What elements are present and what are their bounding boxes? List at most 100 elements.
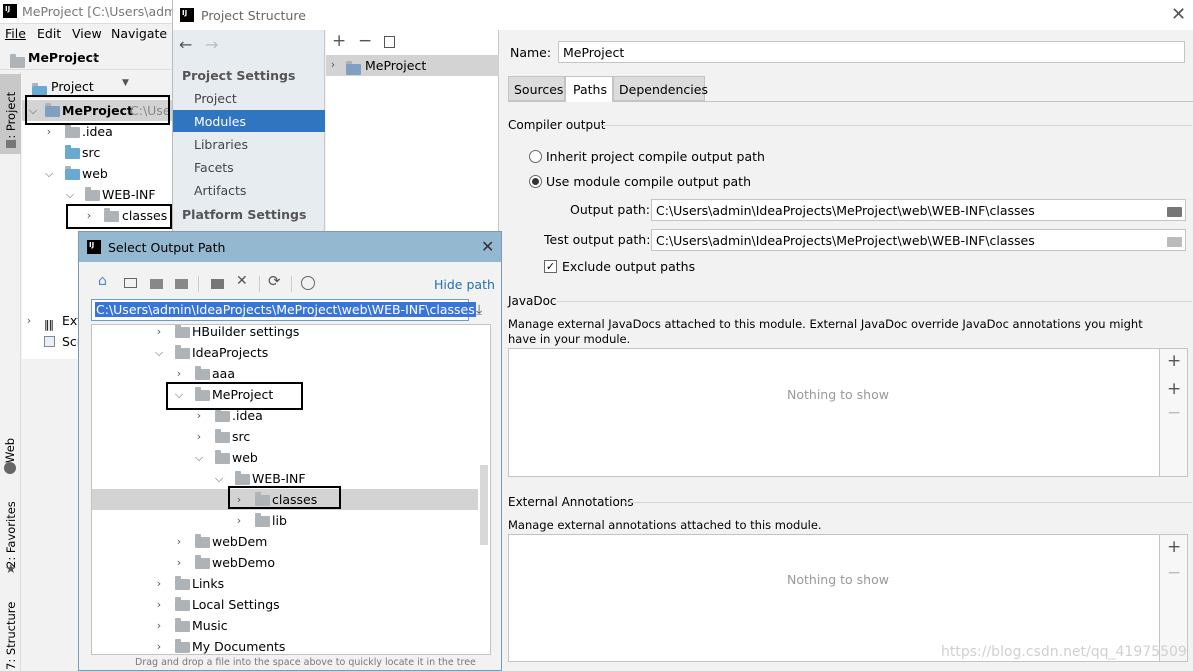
module-icon[interactable] xyxy=(175,279,188,289)
nav-item-artifacts[interactable]: Artifacts xyxy=(194,183,246,198)
tree-row[interactable]: › webDem xyxy=(92,531,478,552)
module-name-input[interactable] xyxy=(558,41,1185,63)
ps-title-bar: IJ Project Structure ✕ xyxy=(173,0,1193,30)
ext-annotations-toolbar: + − xyxy=(1160,534,1188,662)
tree-row[interactable]: › My Documents xyxy=(92,636,478,654)
module-list-toolbar: + − xyxy=(326,30,499,54)
folder-icon xyxy=(215,408,230,422)
tree-row[interactable]: › .idea xyxy=(92,405,478,426)
chevron-down-icon: ⌵ xyxy=(214,472,224,485)
tree-row[interactable]: ⌵ WEB-INF xyxy=(92,468,478,489)
tab-paths[interactable]: Paths xyxy=(565,76,613,102)
tree-row[interactable]: › aaa xyxy=(92,363,478,384)
menu-navigate[interactable]: Navigate xyxy=(111,26,167,41)
tree-item-src: src xyxy=(82,145,101,160)
tree-item-classes: classes xyxy=(122,208,168,223)
tree-root-path: C:\Use xyxy=(130,103,171,118)
close-icon[interactable]: ✕ xyxy=(481,237,494,256)
hide-path-link[interactable]: Hide path xyxy=(434,277,495,292)
test-output-path-input[interactable] xyxy=(651,229,1186,251)
tree-item-label: web xyxy=(232,450,258,465)
remove-icon[interactable]: − xyxy=(1167,403,1181,423)
exclude-checkbox[interactable]: ✓ xyxy=(544,260,557,273)
tree-item-web-inf: WEB-INF xyxy=(102,187,156,202)
refresh-icon[interactable]: ⟳ xyxy=(268,272,281,290)
add-icon[interactable]: + xyxy=(1167,351,1181,371)
tree-row[interactable]: › src xyxy=(92,426,478,447)
javadoc-list[interactable]: Nothing to show xyxy=(508,348,1160,477)
tree-item-web: web xyxy=(82,166,108,181)
folder-icon xyxy=(65,124,80,138)
tree-row[interactable]: › Music xyxy=(92,615,478,636)
module-list-item[interactable]: › MeProject xyxy=(326,55,499,76)
home-icon[interactable]: ⌂ xyxy=(98,273,107,289)
chevron-right-icon: › xyxy=(236,514,242,527)
remove-icon[interactable]: − xyxy=(1167,563,1181,583)
chevron-right-icon: › xyxy=(46,125,52,138)
remove-icon[interactable]: − xyxy=(358,31,372,51)
tab-sources[interactable]: Sources xyxy=(508,76,565,101)
tree-item-label: webDem xyxy=(212,534,268,549)
menu-bar: File Edit View Navigate xyxy=(0,24,172,44)
scrollbar[interactable] xyxy=(480,465,488,545)
tree-row[interactable]: › lib xyxy=(92,510,478,531)
back-arrow-icon[interactable]: ← xyxy=(179,35,192,54)
desktop-icon[interactable] xyxy=(124,278,137,288)
tab-project[interactable]: 1: Project xyxy=(0,74,21,154)
add-icon[interactable]: + xyxy=(1167,537,1181,557)
tree-row[interactable]: › webDemo xyxy=(92,552,478,573)
tree-row[interactable]: › HBuilder settings xyxy=(92,324,478,342)
tab-dependencies[interactable]: Dependencies xyxy=(613,76,708,101)
tab-web[interactable]: Web xyxy=(0,430,21,476)
nav-item-libraries[interactable]: Libraries xyxy=(194,137,248,152)
nav-item-project[interactable]: Project xyxy=(194,91,237,106)
tree-row[interactable]: ⌵ MeProject xyxy=(92,384,478,405)
inherit-radio[interactable] xyxy=(529,150,542,163)
project-icon[interactable] xyxy=(150,279,163,289)
tree-row[interactable]: › Local Settings xyxy=(92,594,478,615)
use-module-radio[interactable] xyxy=(529,175,542,188)
delete-icon[interactable]: ✕ xyxy=(236,273,248,289)
project-view-selector[interactable]: Project xyxy=(51,79,94,94)
tree-row-selected[interactable]: › classes xyxy=(92,489,478,510)
folder-icon xyxy=(175,325,190,338)
tree-item-label: .idea xyxy=(232,408,263,423)
path-field[interactable]: C:\Users\admin\IdeaProjects\MeProject\we… xyxy=(91,299,476,321)
menu-edit[interactable]: Edit xyxy=(37,26,61,41)
menu-view[interactable]: View xyxy=(72,26,102,41)
tree-item-label: aaa xyxy=(212,366,235,381)
nav-item-facets[interactable]: Facets xyxy=(194,160,234,175)
tree-row[interactable]: › Links xyxy=(92,573,478,594)
tree-item-label: MeProject xyxy=(212,387,274,402)
tree-item-label: webDemo xyxy=(212,555,275,570)
tree-row[interactable]: ⌵ IdeaProjects xyxy=(92,342,478,363)
tree-item-label: IdeaProjects xyxy=(192,345,269,360)
add-icon[interactable]: + xyxy=(332,31,346,51)
chevron-right-icon: › xyxy=(92,49,97,64)
settings-tabs: Sources Paths Dependencies xyxy=(508,76,1193,102)
menu-file[interactable]: File xyxy=(5,26,26,41)
tree-row[interactable]: ⌵ web xyxy=(92,447,478,468)
close-icon[interactable]: ✕ xyxy=(1171,4,1186,25)
show-hidden-icon[interactable] xyxy=(301,276,315,290)
browse-folder-icon[interactable] xyxy=(1167,237,1182,247)
web-folder-icon xyxy=(65,166,80,180)
tab-structure[interactable]: 7: Structure xyxy=(0,592,21,671)
sop-footer: Drag and drop a file into the space abov… xyxy=(135,657,476,668)
nav-item-modules[interactable]: Modules xyxy=(173,110,325,132)
new-folder-icon[interactable] xyxy=(211,279,224,289)
tree-item-label: HBuilder settings xyxy=(192,324,300,339)
add-url-icon[interactable]: + xyxy=(1167,379,1181,399)
folder-icon xyxy=(175,618,190,632)
ext-annotations-list[interactable]: Nothing to show xyxy=(508,534,1160,662)
tab-favorites[interactable]: 2: Favorites ★ xyxy=(0,494,21,578)
browse-folder-icon[interactable] xyxy=(1167,207,1182,217)
forward-arrow-icon[interactable]: → xyxy=(205,35,218,54)
breadcrumb-project[interactable]: MeProject xyxy=(28,50,99,65)
copy-icon[interactable] xyxy=(384,36,395,48)
module-folder-icon xyxy=(346,61,361,75)
download-icon[interactable]: ⤓ xyxy=(476,302,482,318)
output-path-input[interactable] xyxy=(651,199,1186,221)
tree-row-root[interactable]: ⌵ MeProject C:\Use xyxy=(22,100,172,121)
javadoc-empty-text: Nothing to show xyxy=(787,387,889,402)
